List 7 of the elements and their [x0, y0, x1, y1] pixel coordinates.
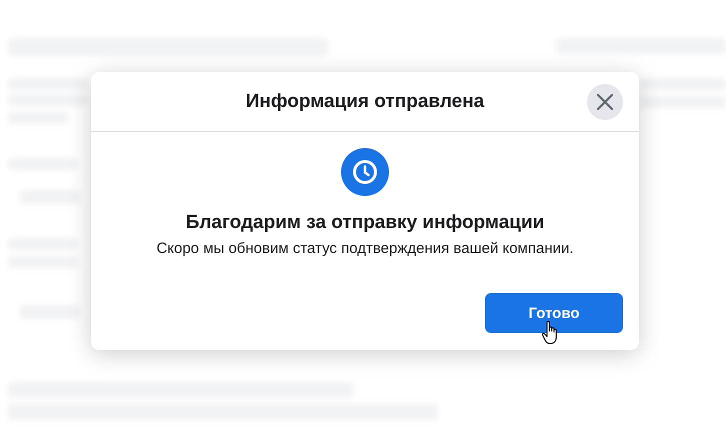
done-button[interactable]: Готово [485, 293, 623, 333]
close-icon [596, 93, 614, 111]
close-button[interactable] [587, 84, 623, 120]
dialog-title: Информация отправлена [246, 90, 484, 112]
clock-icon [341, 148, 389, 196]
confirmation-heading: Благодарим за отправку информации [186, 212, 544, 234]
confirmation-message: Скоро мы обновим статус подтверждения вашей компании. [156, 240, 574, 257]
